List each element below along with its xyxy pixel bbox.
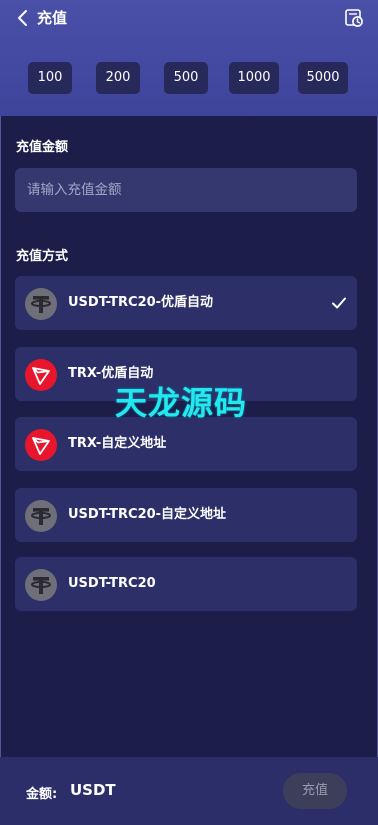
quick-amount-100[interactable]: 100 xyxy=(28,62,72,94)
method-label: TRX-自定义地址 xyxy=(68,436,167,451)
tron-icon xyxy=(25,359,57,391)
method-section-label: 充值方式 xyxy=(16,249,69,264)
method-item-usdt-trc20-auto[interactable]: USDT-TRC20-优盾自动 xyxy=(15,276,357,330)
tether-icon xyxy=(25,569,57,601)
header: 充值 100 200 500 1000 5000 xyxy=(0,0,378,116)
chevron-left-icon[interactable] xyxy=(14,9,32,27)
footer-bar: 金额: USDT 充值 xyxy=(0,757,378,825)
quick-amount-500[interactable]: 500 xyxy=(164,62,208,94)
quick-amount-5000[interactable]: 5000 xyxy=(298,62,348,94)
method-label: USDT-TRC20 xyxy=(68,576,156,591)
tether-icon xyxy=(25,500,57,532)
amount-total-label: 金额: xyxy=(26,787,58,802)
quick-amount-1000[interactable]: 1000 xyxy=(229,62,279,94)
method-item-usdt-trc20[interactable]: USDT-TRC20 xyxy=(15,557,357,611)
page-title: 充值 xyxy=(37,9,68,27)
tron-icon xyxy=(25,429,57,461)
amount-total-currency: USDT xyxy=(70,781,116,799)
method-label: USDT-TRC20-优盾自动 xyxy=(68,295,214,310)
submit-recharge-button[interactable]: 充值 xyxy=(283,773,347,809)
top-bar: 充值 xyxy=(0,0,378,38)
tether-icon xyxy=(25,288,57,320)
amount-input[interactable] xyxy=(15,168,357,212)
watermark-text: 天龙源码 xyxy=(115,384,248,422)
amount-section-label: 充值金额 xyxy=(16,140,69,155)
clock-history-icon[interactable] xyxy=(344,8,364,28)
method-label: USDT-TRC20-自定义地址 xyxy=(68,507,227,522)
quick-amount-row: 100 200 500 1000 5000 xyxy=(28,62,350,94)
quick-amount-200[interactable]: 200 xyxy=(96,62,140,94)
method-item-trx-custom[interactable]: TRX-自定义地址 xyxy=(15,417,357,471)
left-edge xyxy=(0,0,1,825)
method-item-usdt-trc20-custom[interactable]: USDT-TRC20-自定义地址 xyxy=(15,488,357,542)
check-icon xyxy=(332,297,346,309)
